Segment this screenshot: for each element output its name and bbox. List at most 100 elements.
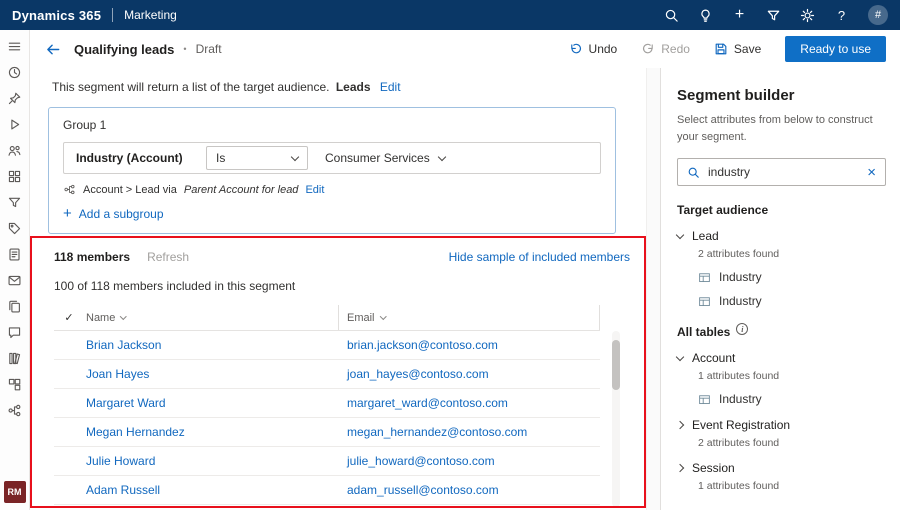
filter-icon[interactable]: [7, 195, 22, 210]
attribute-label: Industry: [719, 270, 762, 284]
save-button[interactable]: Save: [714, 42, 761, 56]
tree-node-lead[interactable]: Lead: [677, 229, 886, 243]
hide-sample-link[interactable]: Hide sample of included members: [449, 250, 630, 264]
attribute-item-industry[interactable]: Industry: [698, 392, 886, 406]
tag-icon[interactable]: [7, 221, 22, 236]
command-bar: Qualifying leads • Draft Undo Redo Save …: [30, 30, 900, 68]
redo-label: Redo: [661, 42, 690, 56]
attributes-found-count: 1 attributes found: [698, 370, 886, 382]
condition-value-dropdown[interactable]: Consumer Services: [325, 151, 445, 165]
table-row: Brian Jackson brian.jackson@contoso.com: [54, 331, 600, 360]
apps-icon[interactable]: [7, 169, 22, 184]
member-email-link[interactable]: margaret_ward@contoso.com: [339, 396, 600, 410]
play-icon[interactable]: [7, 117, 22, 132]
members-table: ✓ Name Email Brian: [54, 305, 600, 505]
ready-to-use-button[interactable]: Ready to use: [785, 36, 886, 62]
attribute-search-box[interactable]: ×: [677, 158, 886, 186]
member-name-link[interactable]: Julie Howard: [84, 454, 339, 468]
panel-title: Segment builder: [677, 87, 886, 104]
relationship-name: Parent Account for lead: [184, 184, 299, 196]
member-name-link[interactable]: Megan Hernandez: [84, 425, 339, 439]
email-icon[interactable]: [7, 273, 22, 288]
search-icon[interactable]: [664, 6, 679, 24]
table-scrollbar-thumb[interactable]: [612, 340, 620, 390]
table-row: Megan Hernandez megan_hernandez@contoso.…: [54, 418, 600, 447]
tree-node-label: Lead: [692, 229, 719, 243]
edit-relationship-link[interactable]: Edit: [305, 184, 324, 196]
back-icon[interactable]: [46, 42, 61, 57]
member-email-link[interactable]: brian.jackson@contoso.com: [339, 338, 600, 352]
blocks-icon[interactable]: [7, 377, 22, 392]
info-icon[interactable]: i: [736, 323, 748, 335]
chevron-down-icon: [120, 313, 126, 319]
condition-row: Industry (Account) Is Consumer Services: [63, 142, 601, 174]
status-badge: Draft: [196, 42, 222, 56]
chat-icon[interactable]: [7, 325, 22, 340]
attribute-label: Industry: [719, 392, 762, 406]
condition-operator-dropdown[interactable]: Is: [206, 146, 308, 170]
undo-button[interactable]: Undo: [569, 42, 618, 56]
user-avatar[interactable]: RM: [4, 481, 26, 503]
pin-icon[interactable]: [7, 91, 22, 106]
plus-icon: +: [63, 206, 72, 221]
main-scrollbar[interactable]: [646, 68, 660, 510]
check-icon[interactable]: ✓: [54, 311, 84, 324]
copy-icon[interactable]: [7, 299, 22, 314]
tree-node-event-registration[interactable]: Event Registration: [677, 418, 886, 432]
condition-operator-value: Is: [216, 151, 225, 165]
name-column-header[interactable]: Name: [84, 305, 339, 330]
member-name-link[interactable]: Adam Russell: [84, 483, 339, 497]
panel-subtitle: Select attributes from below to construc…: [677, 112, 886, 145]
relationship-prefix: Account > Lead via: [83, 184, 177, 196]
members-header: 118 members Refresh Hide sample of inclu…: [32, 238, 644, 264]
environment-icon[interactable]: #: [868, 5, 888, 25]
member-name-link[interactable]: Joan Hayes: [84, 367, 339, 381]
tree-node-session[interactable]: Session: [677, 461, 886, 475]
filter-icon[interactable]: [766, 6, 781, 24]
condition-attribute[interactable]: Industry (Account): [64, 151, 206, 165]
refresh-button[interactable]: Refresh: [147, 250, 189, 264]
clear-search-icon[interactable]: ×: [867, 165, 876, 180]
table-header-row: ✓ Name Email: [54, 305, 600, 331]
add-subgroup-button[interactable]: + Add a subgroup: [63, 206, 601, 221]
members-section-annotated: 118 members Refresh Hide sample of inclu…: [30, 236, 646, 508]
segment-description: This segment will return a list of the t…: [30, 80, 646, 94]
table-icon: [698, 295, 711, 308]
help-icon[interactable]: ?: [834, 6, 849, 24]
attribute-item-industry[interactable]: Industry: [698, 270, 886, 284]
chevron-right-icon: [676, 421, 684, 429]
member-email-link[interactable]: megan_hernandez@contoso.com: [339, 425, 600, 439]
attribute-search-input[interactable]: [708, 165, 859, 179]
edit-audience-link[interactable]: Edit: [380, 80, 401, 94]
table-row: Margaret Ward margaret_ward@contoso.com: [54, 389, 600, 418]
email-column-header[interactable]: Email: [339, 305, 600, 330]
members-summary: 100 of 118 members included in this segm…: [32, 264, 644, 293]
redo-button[interactable]: Redo: [641, 42, 690, 56]
member-email-link[interactable]: adam_russell@contoso.com: [339, 483, 600, 497]
member-email-link[interactable]: joan_hayes@contoso.com: [339, 367, 600, 381]
member-name-link[interactable]: Margaret Ward: [84, 396, 339, 410]
form-icon[interactable]: [7, 247, 22, 262]
member-name-link[interactable]: Brian Jackson: [84, 338, 339, 352]
table-row: Joan Hayes joan_hayes@contoso.com: [54, 360, 600, 389]
flow-icon[interactable]: [7, 403, 22, 418]
tree-node-account[interactable]: Account: [677, 351, 886, 365]
title-separator: •: [183, 44, 186, 54]
recent-icon[interactable]: [7, 65, 22, 80]
chevron-down-icon: [676, 230, 684, 238]
brand-title[interactable]: Dynamics 365: [12, 8, 101, 23]
table-row: Julie Howard julie_howard@contoso.com: [54, 447, 600, 476]
members-count: 118 members: [54, 250, 130, 264]
member-email-link[interactable]: julie_howard@contoso.com: [339, 454, 600, 468]
save-label: Save: [734, 42, 761, 56]
app-name[interactable]: Marketing: [124, 8, 177, 22]
attribute-item-industry[interactable]: Industry: [698, 294, 886, 308]
attributes-found-count: 2 attributes found: [698, 437, 886, 449]
add-icon[interactable]: +: [732, 6, 747, 24]
library-icon[interactable]: [7, 351, 22, 366]
table-scrollbar[interactable]: [612, 331, 620, 507]
lightbulb-icon[interactable]: [698, 6, 713, 24]
contacts-icon[interactable]: [7, 143, 22, 158]
menu-icon[interactable]: [7, 39, 22, 54]
settings-icon[interactable]: [800, 6, 815, 24]
